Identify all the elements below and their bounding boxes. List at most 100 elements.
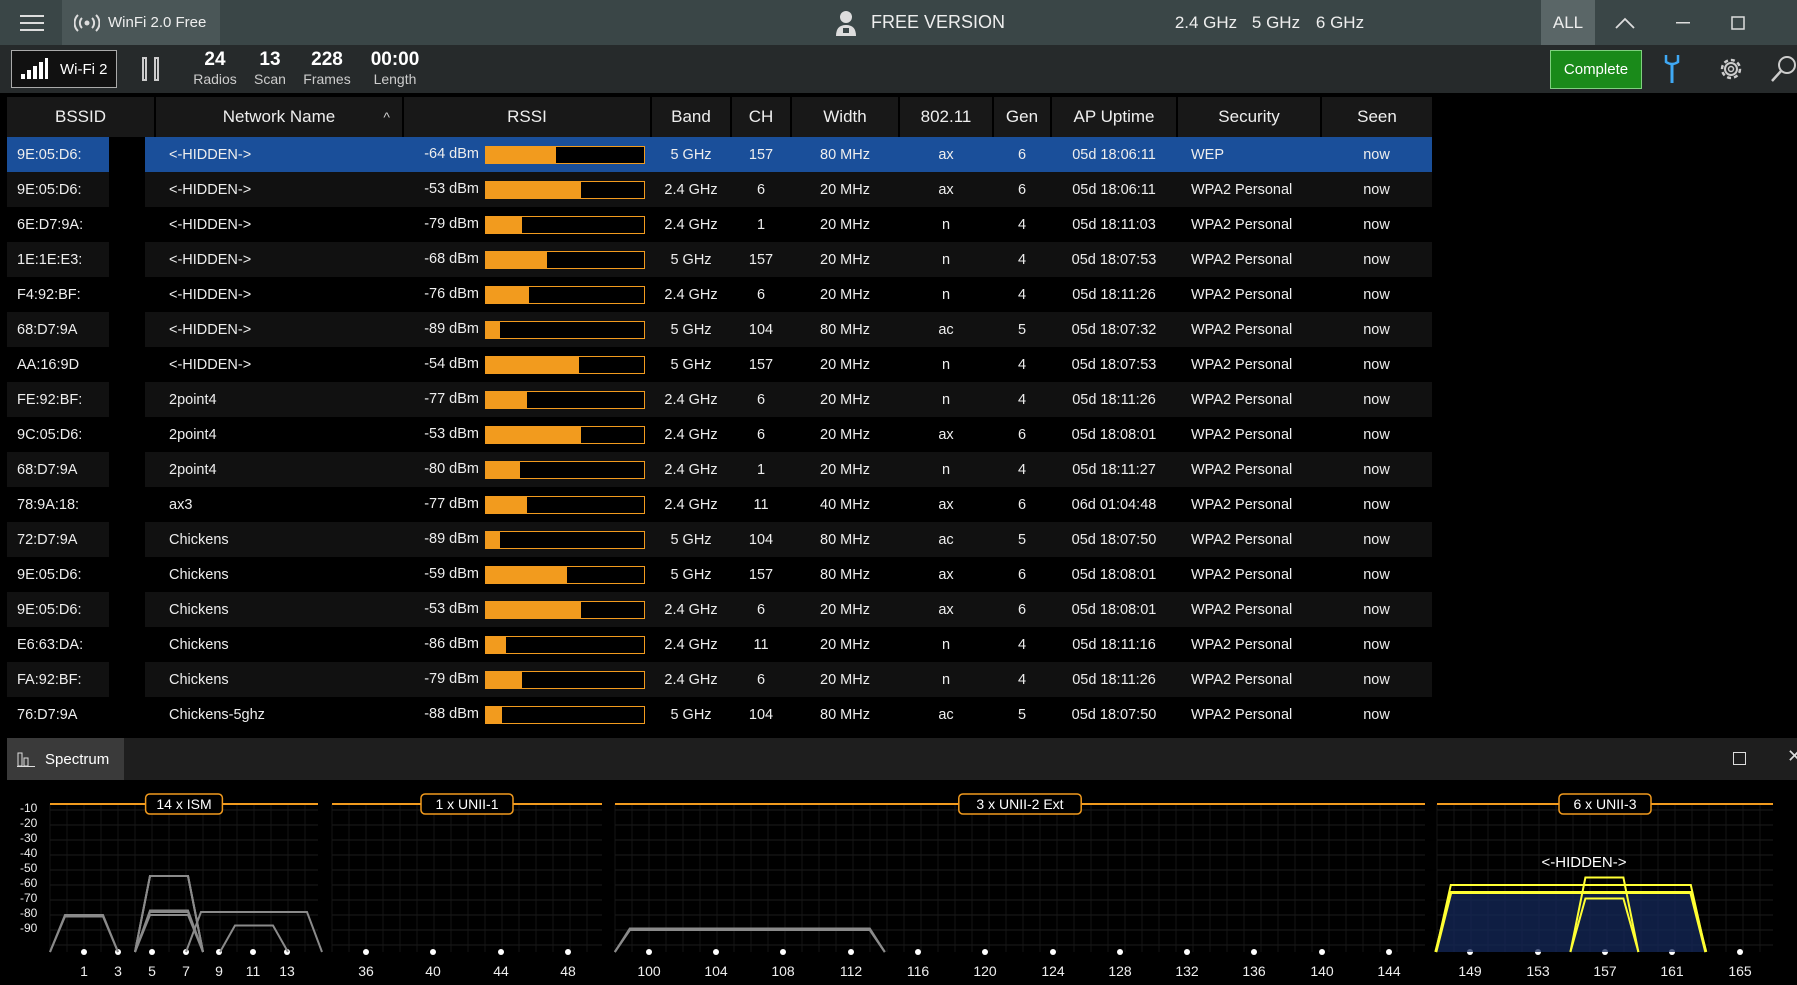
column-header-rssi[interactable]: RSSI bbox=[402, 97, 651, 137]
seen-cell: now bbox=[1321, 172, 1432, 207]
security-cell: WPA2 Personal bbox=[1177, 487, 1321, 522]
table-row[interactable]: FE:92:BF: 2point4 -77 dBm 2.4 GHz 6 20 MHz n 4 0… bbox=[7, 382, 1432, 417]
rssi-value: -76 dBm bbox=[424, 286, 479, 302]
column-header-band[interactable]: Band bbox=[650, 97, 731, 137]
pause-icon[interactable] bbox=[140, 55, 164, 83]
column-header-security[interactable]: Security bbox=[1176, 97, 1321, 137]
band-filter-all[interactable]: ALL bbox=[1541, 0, 1595, 45]
rssi-bar-fill bbox=[486, 637, 507, 653]
bssid-cell: FA:92:BF: bbox=[7, 662, 155, 697]
radio-selector-button[interactable]: Wi-Fi 2 bbox=[11, 50, 117, 88]
column-header-gen[interactable]: Gen bbox=[992, 97, 1051, 137]
seen-cell: now bbox=[1321, 627, 1432, 662]
rssi-value: -79 dBm bbox=[424, 671, 479, 687]
wrench-icon[interactable] bbox=[1662, 53, 1682, 85]
table-row[interactable]: 9C:05:D6: 2point4 -53 dBm 2.4 GHz 6 20 MHz ax 6… bbox=[7, 417, 1432, 452]
seen-cell: now bbox=[1321, 487, 1432, 522]
channel-dot bbox=[430, 949, 436, 955]
channel-dot bbox=[982, 949, 988, 955]
table-row[interactable]: 9E:05:D6: Chickens -53 dBm 2.4 GHz 6 20 MHz ax… bbox=[7, 592, 1432, 627]
width-cell: 20 MHz bbox=[791, 417, 899, 452]
complete-button[interactable]: Complete bbox=[1550, 50, 1642, 89]
table-row[interactable]: 1E:1E:E3: <-HIDDEN-> -68 dBm 5 GHz 157 20 MHz… bbox=[7, 242, 1432, 277]
channel-cell: 157 bbox=[731, 137, 791, 172]
security-cell: WPA2 Personal bbox=[1177, 242, 1321, 277]
security-cell: WPA2 Personal bbox=[1177, 557, 1321, 592]
table-row[interactable]: 9E:05:D6: <-HIDDEN-> -64 dBm 5 GHz 157 80 MHz… bbox=[7, 137, 1432, 172]
table-row[interactable]: E6:63:DA: Chickens -86 dBm 2.4 GHz 11 20 MHz n… bbox=[7, 627, 1432, 662]
network-name-cell: <-HIDDEN-> bbox=[155, 242, 403, 277]
band-filter-5ghz[interactable]: 5 GHz bbox=[1246, 0, 1306, 45]
gear-icon[interactable] bbox=[1717, 55, 1745, 83]
standard-cell: n bbox=[899, 207, 993, 242]
column-header-80211[interactable]: 802.11 bbox=[898, 97, 993, 137]
bssid-cell: 78:9A:18: bbox=[7, 487, 155, 522]
spectrum-tab[interactable]: Spectrum bbox=[7, 738, 124, 780]
table-row[interactable]: 9E:05:D6: <-HIDDEN-> -53 dBm 2.4 GHz 6 20 MHz… bbox=[7, 172, 1432, 207]
channel-tick-label: 13 bbox=[279, 963, 295, 979]
table-row[interactable]: 6E:D7:9A: <-HIDDEN-> -79 dBm 2.4 GHz 1 20 MHz… bbox=[7, 207, 1432, 242]
hamburger-menu-icon[interactable] bbox=[16, 10, 48, 36]
column-header-label: Network Name bbox=[222, 107, 336, 126]
generation-cell: 4 bbox=[993, 207, 1051, 242]
close-panel-icon[interactable]: ✕ bbox=[1787, 746, 1797, 767]
band-cell: 5 GHz bbox=[651, 137, 731, 172]
channel-tick-label: 161 bbox=[1660, 963, 1684, 979]
rssi-bar bbox=[485, 146, 645, 164]
column-header-ch[interactable]: CH bbox=[730, 97, 791, 137]
maximize-panel-icon[interactable] bbox=[1733, 752, 1746, 765]
maximize-icon[interactable] bbox=[1710, 0, 1766, 45]
redaction-block bbox=[109, 487, 145, 522]
channel-dot bbox=[565, 949, 571, 955]
column-header-network-name[interactable]: Network Name ^ bbox=[154, 97, 403, 137]
table-row[interactable]: 9E:05:D6: Chickens -59 dBm 5 GHz 157 80 MHz ax… bbox=[7, 557, 1432, 592]
table-row[interactable]: 76:D7:9A Chickens-5ghz -88 dBm 5 GHz 104 80 M… bbox=[7, 697, 1432, 731]
width-cell: 80 MHz bbox=[791, 697, 899, 731]
channel-cell: 157 bbox=[731, 557, 791, 592]
redaction-block bbox=[109, 557, 145, 592]
stat-length: 00:00 Length bbox=[367, 49, 423, 87]
channel-cell: 104 bbox=[731, 312, 791, 347]
security-cell: WPA2 Personal bbox=[1177, 382, 1321, 417]
column-header-bssid[interactable]: BSSID bbox=[7, 97, 155, 137]
rssi-bar-fill bbox=[486, 392, 527, 408]
y-tick-label: -50 bbox=[20, 861, 38, 875]
rssi-bar bbox=[485, 251, 645, 269]
column-header-seen[interactable]: Seen bbox=[1320, 97, 1432, 137]
table-row[interactable]: 78:9A:18: ax3 -77 dBm 2.4 GHz 11 40 MHz ax 6 06d… bbox=[7, 487, 1432, 522]
rssi-value: -77 dBm bbox=[424, 496, 479, 512]
band-cell: 5 GHz bbox=[651, 242, 731, 277]
generation-cell: 5 bbox=[993, 312, 1051, 347]
search-icon[interactable] bbox=[1770, 55, 1797, 83]
generation-cell: 4 bbox=[993, 347, 1051, 382]
table-row[interactable]: F4:92:BF: <-HIDDEN-> -76 dBm 2.4 GHz 6 20 MHz… bbox=[7, 277, 1432, 312]
band-cell: 2.4 GHz bbox=[651, 452, 731, 487]
ap-uptime-cell: 05d 18:07:53 bbox=[1051, 242, 1177, 277]
network-name-cell: Chickens-5ghz bbox=[155, 697, 403, 731]
band-filter-2-4ghz[interactable]: 2.4 GHz bbox=[1172, 0, 1240, 45]
rssi-cell: -76 dBm bbox=[403, 277, 651, 312]
band-cell: 5 GHz bbox=[651, 522, 731, 557]
table-row[interactable]: FA:92:BF: Chickens -79 dBm 2.4 GHz 6 20 MHz n 4… bbox=[7, 662, 1432, 697]
column-header-width[interactable]: Width bbox=[790, 97, 899, 137]
channel-dot bbox=[498, 949, 504, 955]
band-cell: 5 GHz bbox=[651, 697, 731, 731]
bssid-cell: 9E:05:D6: bbox=[7, 172, 155, 207]
table-row[interactable]: 72:D7:9A Chickens -89 dBm 5 GHz 104 80 MHz ac 5… bbox=[7, 522, 1432, 557]
generation-cell: 4 bbox=[993, 662, 1051, 697]
table-row[interactable]: 68:D7:9A <-HIDDEN-> -89 dBm 5 GHz 104 80 MHz a… bbox=[7, 312, 1432, 347]
table-row[interactable]: AA:16:9D <-HIDDEN-> -54 dBm 5 GHz 157 20 MHz n… bbox=[7, 347, 1432, 382]
seen-cell: now bbox=[1321, 312, 1432, 347]
channel-tick-label: 112 bbox=[840, 963, 863, 979]
band-cell: 2.4 GHz bbox=[651, 207, 731, 242]
generation-cell: 5 bbox=[993, 697, 1051, 731]
bssid-cell: AA:16:9D bbox=[7, 347, 155, 382]
minimize-icon[interactable] bbox=[1655, 0, 1711, 45]
spectrum-tab-label: Spectrum bbox=[45, 750, 110, 768]
band-filter-6ghz[interactable]: 6 GHz bbox=[1310, 0, 1370, 45]
channel-dot bbox=[1251, 949, 1257, 955]
collapse-icon[interactable] bbox=[1597, 0, 1653, 45]
width-cell: 80 MHz bbox=[791, 312, 899, 347]
table-row[interactable]: 68:D7:9A 2point4 -80 dBm 2.4 GHz 1 20 MHz n 4 05… bbox=[7, 452, 1432, 487]
column-header-ap-uptime[interactable]: AP Uptime bbox=[1050, 97, 1177, 137]
